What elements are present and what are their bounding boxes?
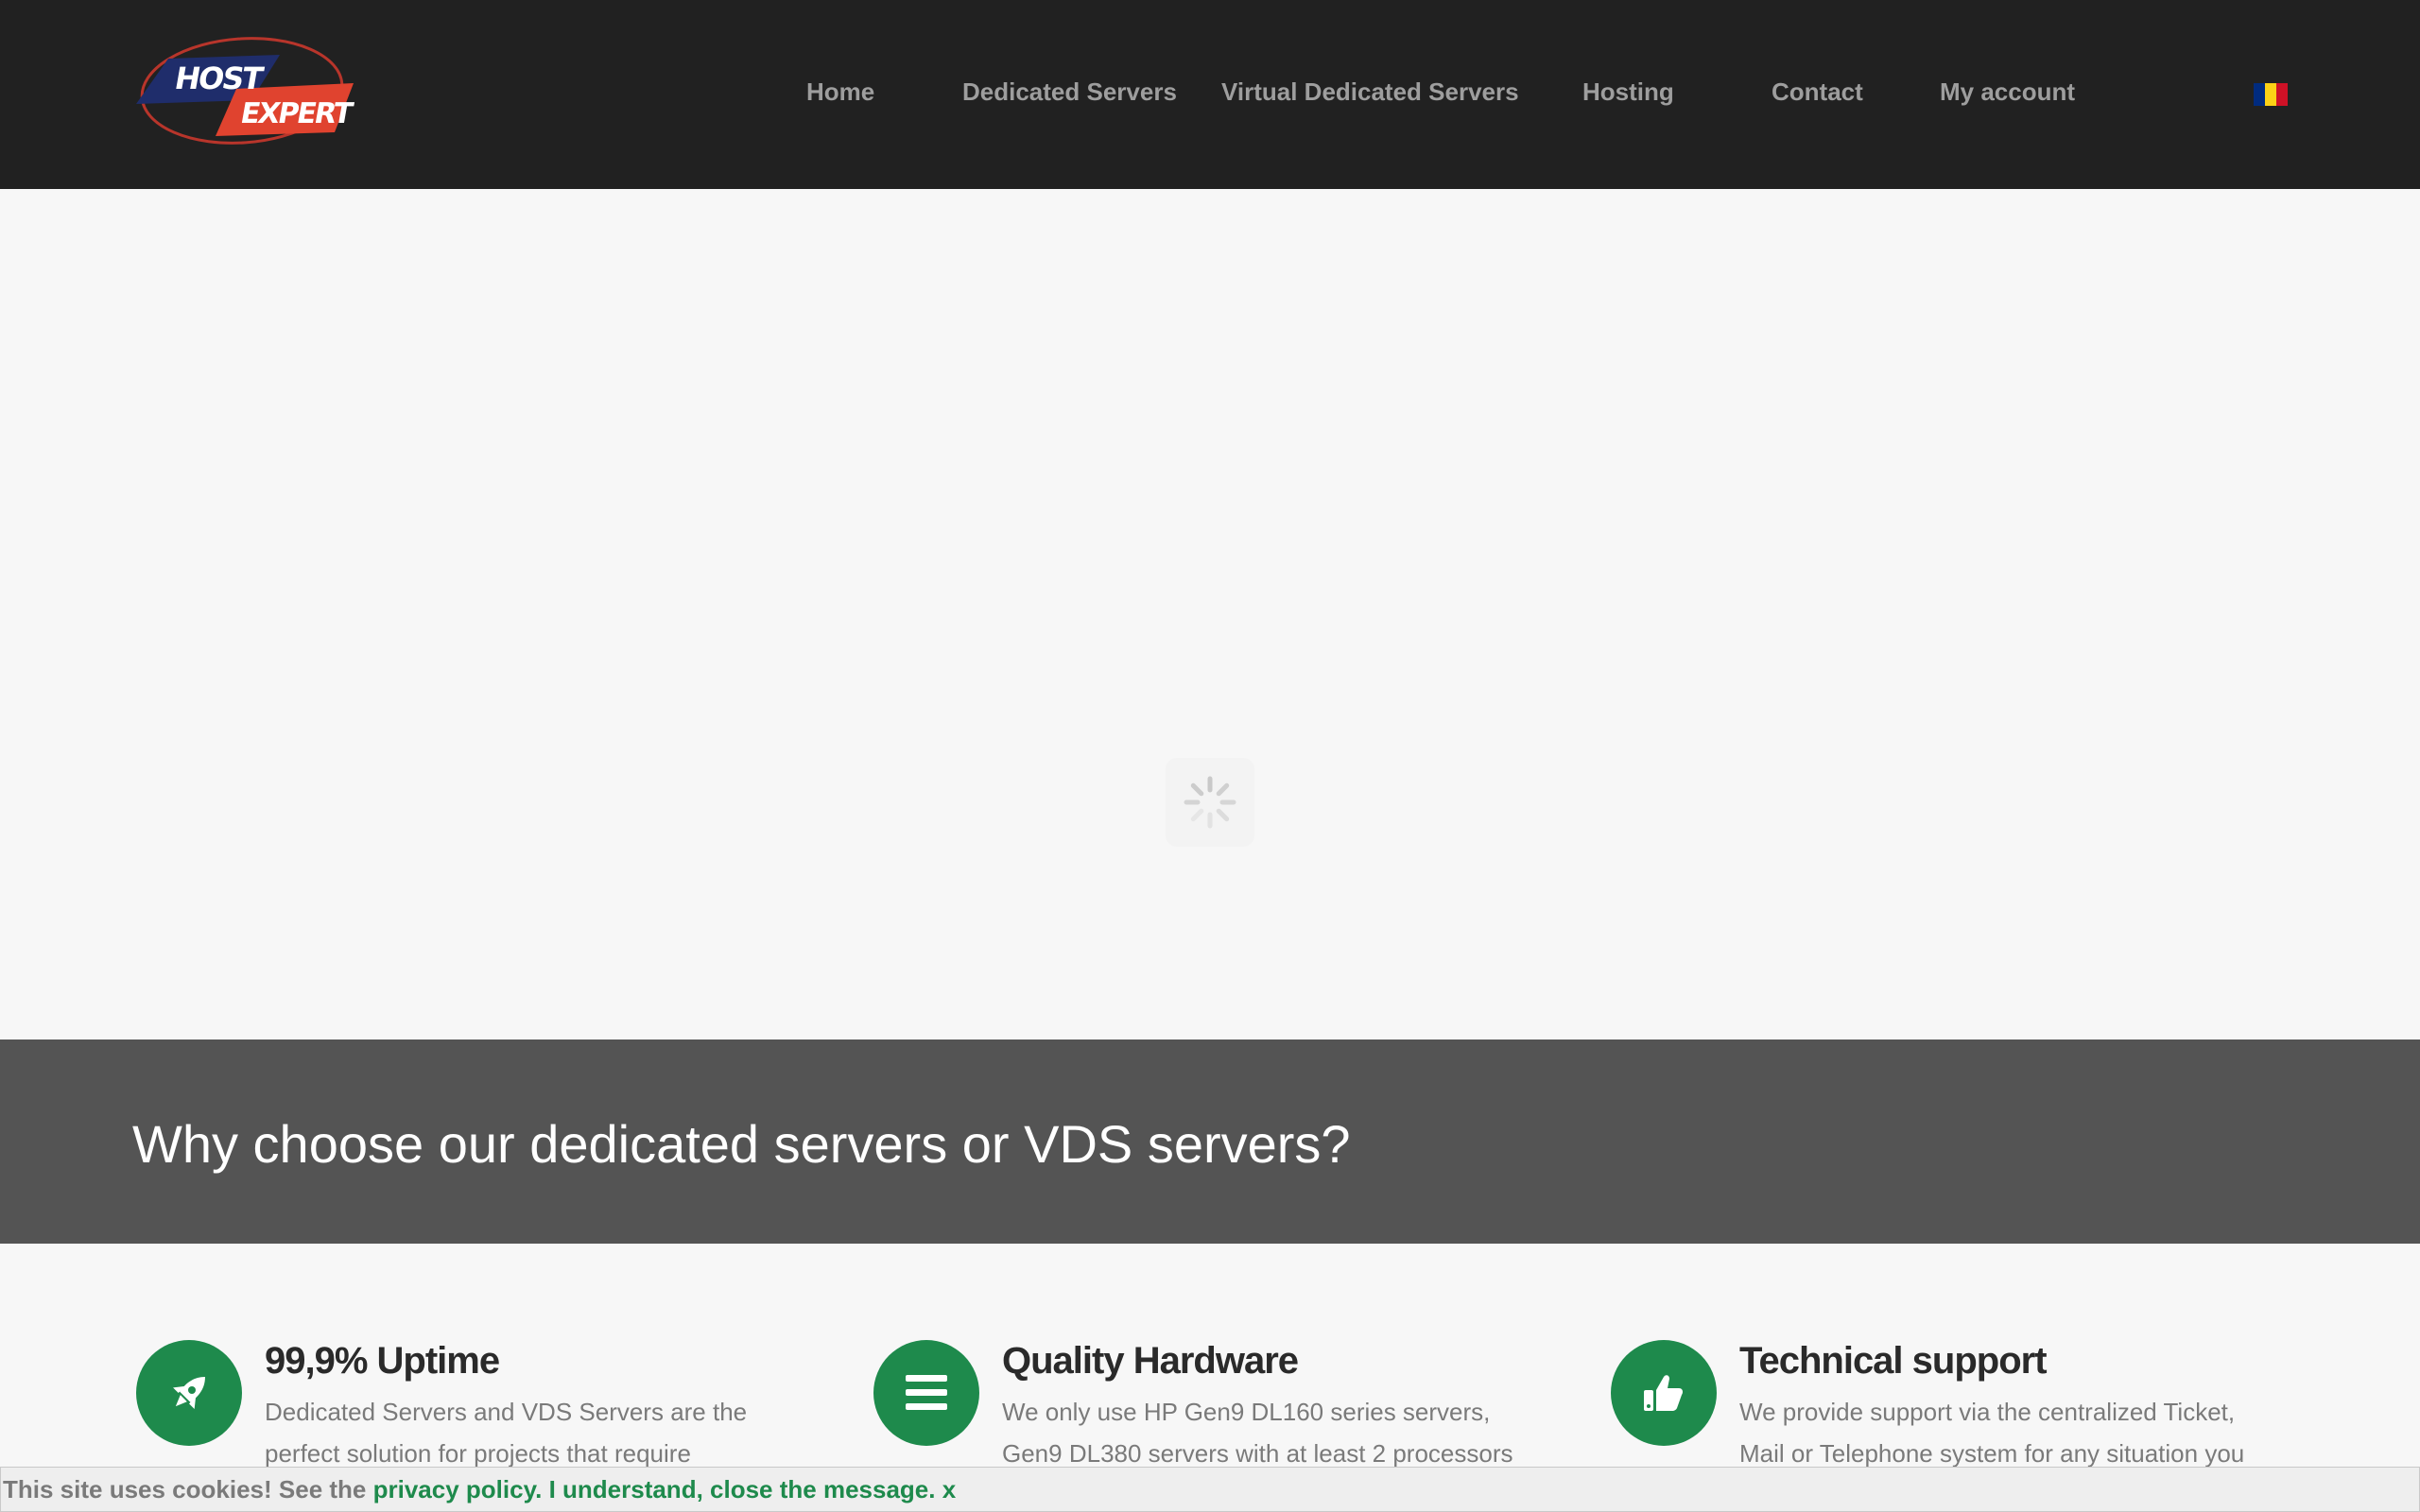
nav-hosting[interactable]: Hosting xyxy=(1582,76,1674,108)
cookie-bar: This site uses cookies! See the privacy … xyxy=(0,1467,2420,1512)
cookie-message: This site uses cookies! See the xyxy=(3,1475,373,1503)
feature-text: We provide support via the centralized T… xyxy=(1739,1398,2245,1468)
nav-home[interactable]: Home xyxy=(806,76,874,108)
why-choose-banner: Why choose our dedicated servers or VDS … xyxy=(0,1040,2420,1244)
nav-dedicated-servers[interactable]: Dedicated Servers xyxy=(962,76,1177,108)
feature-title: Quality Hardware xyxy=(1002,1340,1299,1382)
rocket-icon xyxy=(136,1340,242,1446)
romania-flag-icon[interactable] xyxy=(2254,83,2288,106)
close-cookie-bar-link[interactable]: x xyxy=(942,1475,956,1503)
feature-text: We only use HP Gen9 DL160 series servers… xyxy=(1002,1398,1513,1468)
host-expert-logo[interactable]: HOST EXPERT xyxy=(130,32,357,153)
nav-virtual-dedicated-servers[interactable]: Virtual Dedicated Servers xyxy=(1221,76,1519,108)
hero-slider xyxy=(0,189,2420,1040)
thumbs-up-icon xyxy=(1611,1340,1717,1446)
svg-text:EXPERT: EXPERT xyxy=(238,97,356,130)
banner-title: Why choose our dedicated servers or VDS … xyxy=(132,1114,1351,1174)
list-icon xyxy=(873,1340,979,1446)
loading-spinner-icon xyxy=(1166,758,1254,847)
feature-title: Technical support xyxy=(1739,1340,2048,1382)
nav-my-account[interactable]: My account xyxy=(1940,76,2075,108)
privacy-policy-link[interactable]: privacy policy. xyxy=(373,1475,543,1503)
svg-text:HOST: HOST xyxy=(172,60,266,96)
nav-contact[interactable]: Contact xyxy=(1772,76,1863,108)
feature-text: Dedicated Servers and VDS Servers are th… xyxy=(265,1398,748,1468)
accept-cookies-link[interactable]: I understand, close the message. xyxy=(549,1475,936,1503)
site-header: HOST EXPERT Home Dedicated Servers Virtu… xyxy=(0,0,2420,189)
feature-title: 99,9% Uptime xyxy=(265,1340,500,1382)
